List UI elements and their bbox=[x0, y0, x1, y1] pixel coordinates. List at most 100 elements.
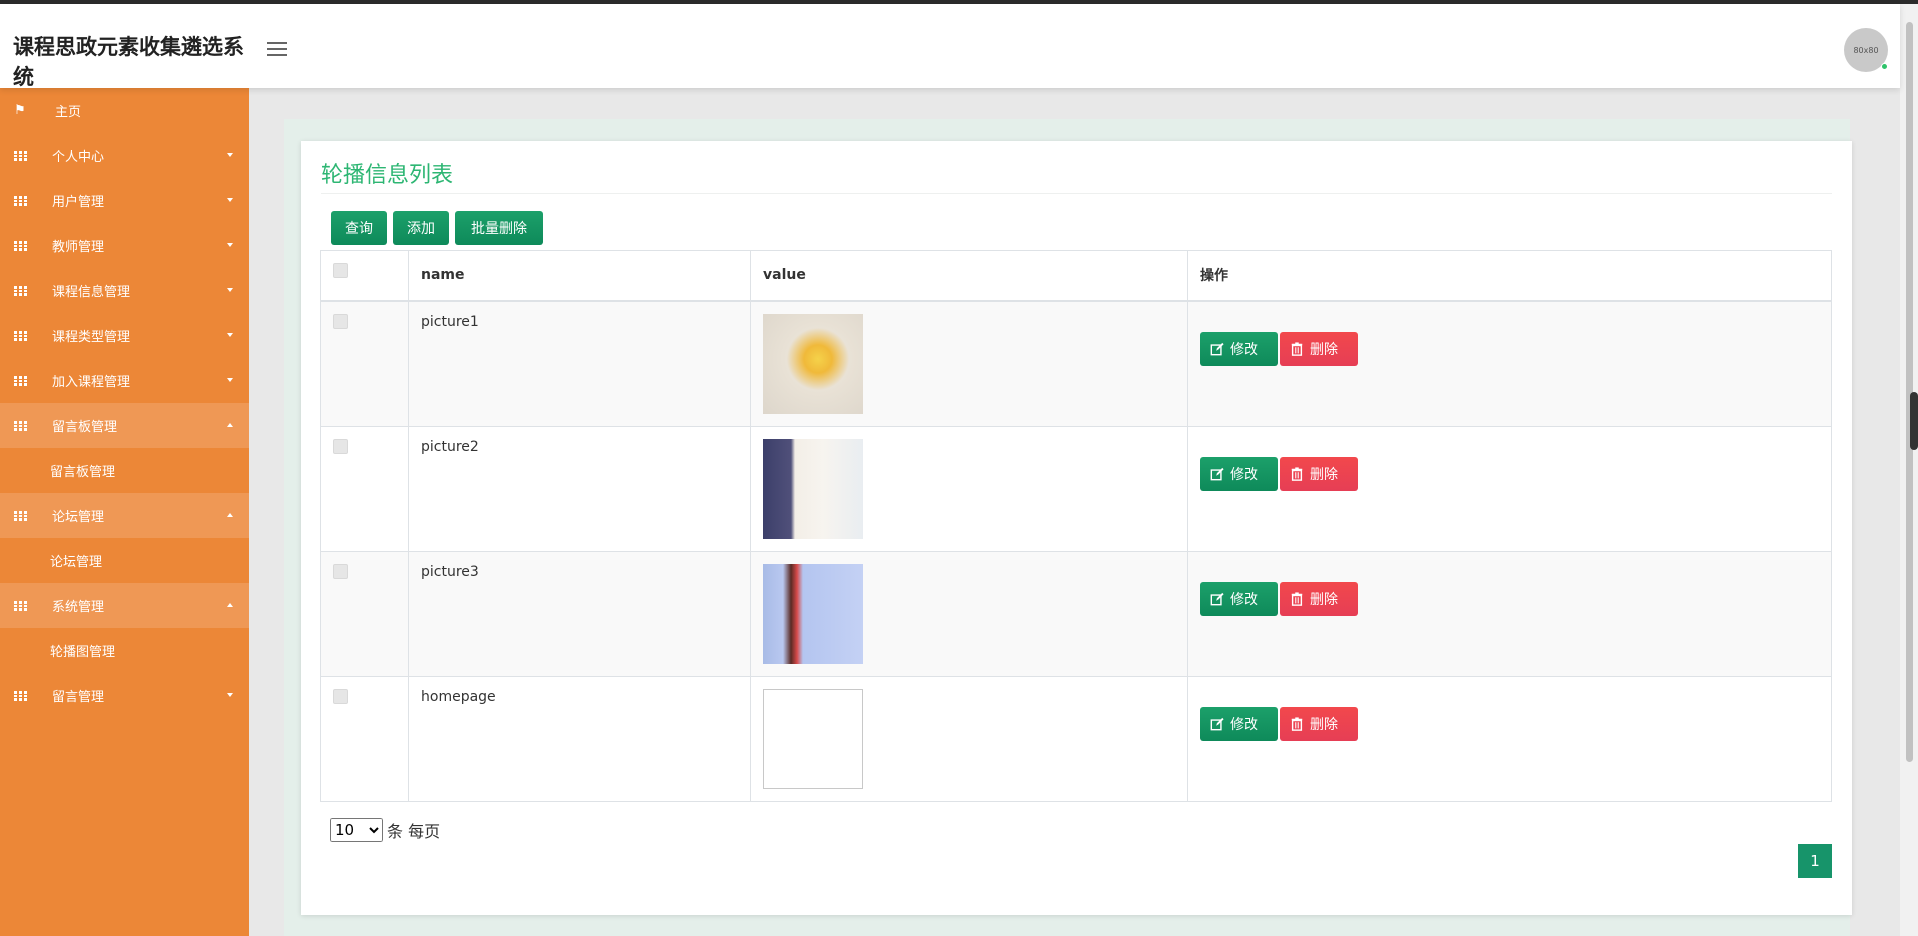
row-checkbox[interactable] bbox=[333, 313, 348, 329]
flag-icon: ⚑ bbox=[14, 103, 26, 118]
edit-button-label: 修改 bbox=[1230, 716, 1258, 733]
select-all-checkbox[interactable] bbox=[333, 263, 348, 278]
sidebar-item-personal-center[interactable]: 个人中心 bbox=[0, 133, 249, 178]
header-name: name bbox=[408, 250, 751, 302]
trash-icon bbox=[1291, 716, 1303, 731]
chevron-down-icon bbox=[227, 333, 233, 337]
table-row: picture3 修改 删除 bbox=[320, 550, 1832, 677]
edit-button[interactable]: 修改 bbox=[1200, 581, 1278, 616]
sidebar-item-label: 系统管理 bbox=[52, 600, 105, 615]
edit-button[interactable]: 修改 bbox=[1200, 456, 1278, 491]
scroll-indicator bbox=[1910, 392, 1918, 450]
edit-icon bbox=[1210, 717, 1224, 730]
row-value bbox=[750, 425, 1188, 552]
trash-icon bbox=[1291, 591, 1303, 606]
edit-button-label: 修改 bbox=[1230, 466, 1258, 483]
content-card: 轮播信息列表 查询 添加 批量删除 name value 操作 picture1 bbox=[301, 141, 1852, 915]
avatar[interactable]: 80x80 bbox=[1844, 28, 1888, 72]
grid-icon bbox=[13, 690, 27, 701]
row-checkbox-cell bbox=[320, 300, 409, 427]
grid-icon bbox=[13, 330, 27, 341]
grid-icon bbox=[13, 285, 27, 296]
grid-icon bbox=[13, 420, 27, 431]
delete-button-label: 删除 bbox=[1310, 591, 1338, 608]
row-name: picture2 bbox=[408, 425, 751, 552]
add-button[interactable]: 添加 bbox=[393, 211, 449, 245]
sidebar-subitem-message-board[interactable]: 留言板管理 bbox=[0, 448, 249, 493]
grid-icon bbox=[13, 375, 27, 386]
chevron-down-icon bbox=[227, 288, 233, 292]
sidebar: ⚑ 主页 个人中心 用户管理 教师管理 课程信息管理 课程类型管理 加入课程管理… bbox=[0, 88, 249, 936]
sidebar-item-message-board[interactable]: 留言板管理 bbox=[0, 403, 249, 448]
toolbar: 查询 添加 批量删除 bbox=[331, 211, 549, 245]
row-name: picture1 bbox=[408, 300, 751, 427]
page-size-control: 10 条 每页 bbox=[330, 818, 440, 842]
row-checkbox-cell bbox=[320, 425, 409, 552]
delete-button[interactable]: 删除 bbox=[1280, 331, 1358, 366]
query-button[interactable]: 查询 bbox=[331, 211, 387, 245]
sidebar-subitem-carousel[interactable]: 轮播图管理 bbox=[0, 628, 249, 673]
chevron-up-icon bbox=[227, 603, 233, 607]
sidebar-item-join-course[interactable]: 加入课程管理 bbox=[0, 358, 249, 403]
row-checkbox[interactable] bbox=[333, 563, 348, 579]
row-actions: 修改 删除 bbox=[1187, 425, 1832, 552]
carousel-table: name value 操作 picture1 修改 删除 picture2 修改… bbox=[320, 250, 1832, 802]
delete-button[interactable]: 删除 bbox=[1280, 706, 1358, 741]
header-value: value bbox=[750, 250, 1188, 302]
row-checkbox[interactable] bbox=[333, 688, 348, 704]
row-value bbox=[750, 675, 1188, 802]
delete-button[interactable]: 删除 bbox=[1280, 581, 1358, 616]
bulk-delete-button[interactable]: 批量删除 bbox=[455, 211, 543, 245]
table-row: picture2 修改 删除 bbox=[320, 425, 1832, 552]
trash-icon bbox=[1291, 341, 1303, 356]
page-size-select[interactable]: 10 bbox=[330, 818, 383, 842]
broken-image-thumbnail bbox=[763, 688, 863, 789]
page-title: 轮播信息列表 bbox=[321, 163, 454, 188]
table-row: picture1 修改 删除 bbox=[320, 300, 1832, 427]
sidebar-item-home[interactable]: ⚑ 主页 bbox=[0, 88, 249, 133]
row-name: homepage bbox=[408, 675, 751, 802]
edit-icon bbox=[1210, 342, 1224, 355]
row-checkbox-cell bbox=[320, 675, 409, 802]
chevron-up-icon bbox=[227, 513, 233, 517]
sidebar-item-forum[interactable]: 论坛管理 bbox=[0, 493, 249, 538]
pagination-page-1[interactable]: 1 bbox=[1798, 844, 1832, 878]
row-checkbox[interactable] bbox=[333, 438, 348, 454]
sidebar-subitem-forum[interactable]: 论坛管理 bbox=[0, 538, 249, 583]
chevron-down-icon bbox=[227, 153, 233, 157]
delete-button[interactable]: 删除 bbox=[1280, 456, 1358, 491]
sidebar-item-system[interactable]: 系统管理 bbox=[0, 583, 249, 628]
edit-button-label: 修改 bbox=[1230, 591, 1258, 608]
chevron-down-icon bbox=[227, 693, 233, 697]
grid-icon bbox=[13, 150, 27, 161]
sidebar-item-course-info[interactable]: 课程信息管理 bbox=[0, 268, 249, 313]
sidebar-item-user-management[interactable]: 用户管理 bbox=[0, 178, 249, 223]
table-header-row: name value 操作 bbox=[320, 250, 1832, 302]
grid-icon bbox=[13, 600, 27, 611]
header-checkbox-cell bbox=[320, 250, 409, 302]
row-checkbox-cell bbox=[320, 550, 409, 677]
delete-button-label: 删除 bbox=[1310, 716, 1338, 733]
chevron-down-icon bbox=[227, 198, 233, 202]
edit-icon bbox=[1210, 592, 1224, 605]
edit-button[interactable]: 修改 bbox=[1200, 706, 1278, 741]
row-actions: 修改 删除 bbox=[1187, 300, 1832, 427]
grid-icon bbox=[13, 240, 27, 251]
avatar-placeholder-text: 80x80 bbox=[1853, 45, 1879, 55]
sidebar-item-label: 留言管理 bbox=[52, 690, 105, 705]
app-title: 课程思政元素收集遴选系统 bbox=[13, 35, 244, 89]
row-value bbox=[750, 550, 1188, 677]
menu-toggle-icon[interactable] bbox=[267, 42, 287, 58]
sidebar-item-messages[interactable]: 留言管理 bbox=[0, 673, 249, 718]
row-name: picture3 bbox=[408, 550, 751, 677]
delete-button-label: 删除 bbox=[1310, 341, 1338, 358]
grid-icon bbox=[13, 195, 27, 206]
trash-icon bbox=[1291, 466, 1303, 481]
carousel-image-thumbnail bbox=[763, 563, 863, 664]
delete-button-label: 删除 bbox=[1310, 466, 1338, 483]
sidebar-item-course-type[interactable]: 课程类型管理 bbox=[0, 313, 249, 358]
sidebar-item-teacher-management[interactable]: 教师管理 bbox=[0, 223, 249, 268]
edit-button[interactable]: 修改 bbox=[1200, 331, 1278, 366]
carousel-image-thumbnail bbox=[763, 313, 863, 414]
online-status-dot bbox=[1881, 63, 1888, 70]
